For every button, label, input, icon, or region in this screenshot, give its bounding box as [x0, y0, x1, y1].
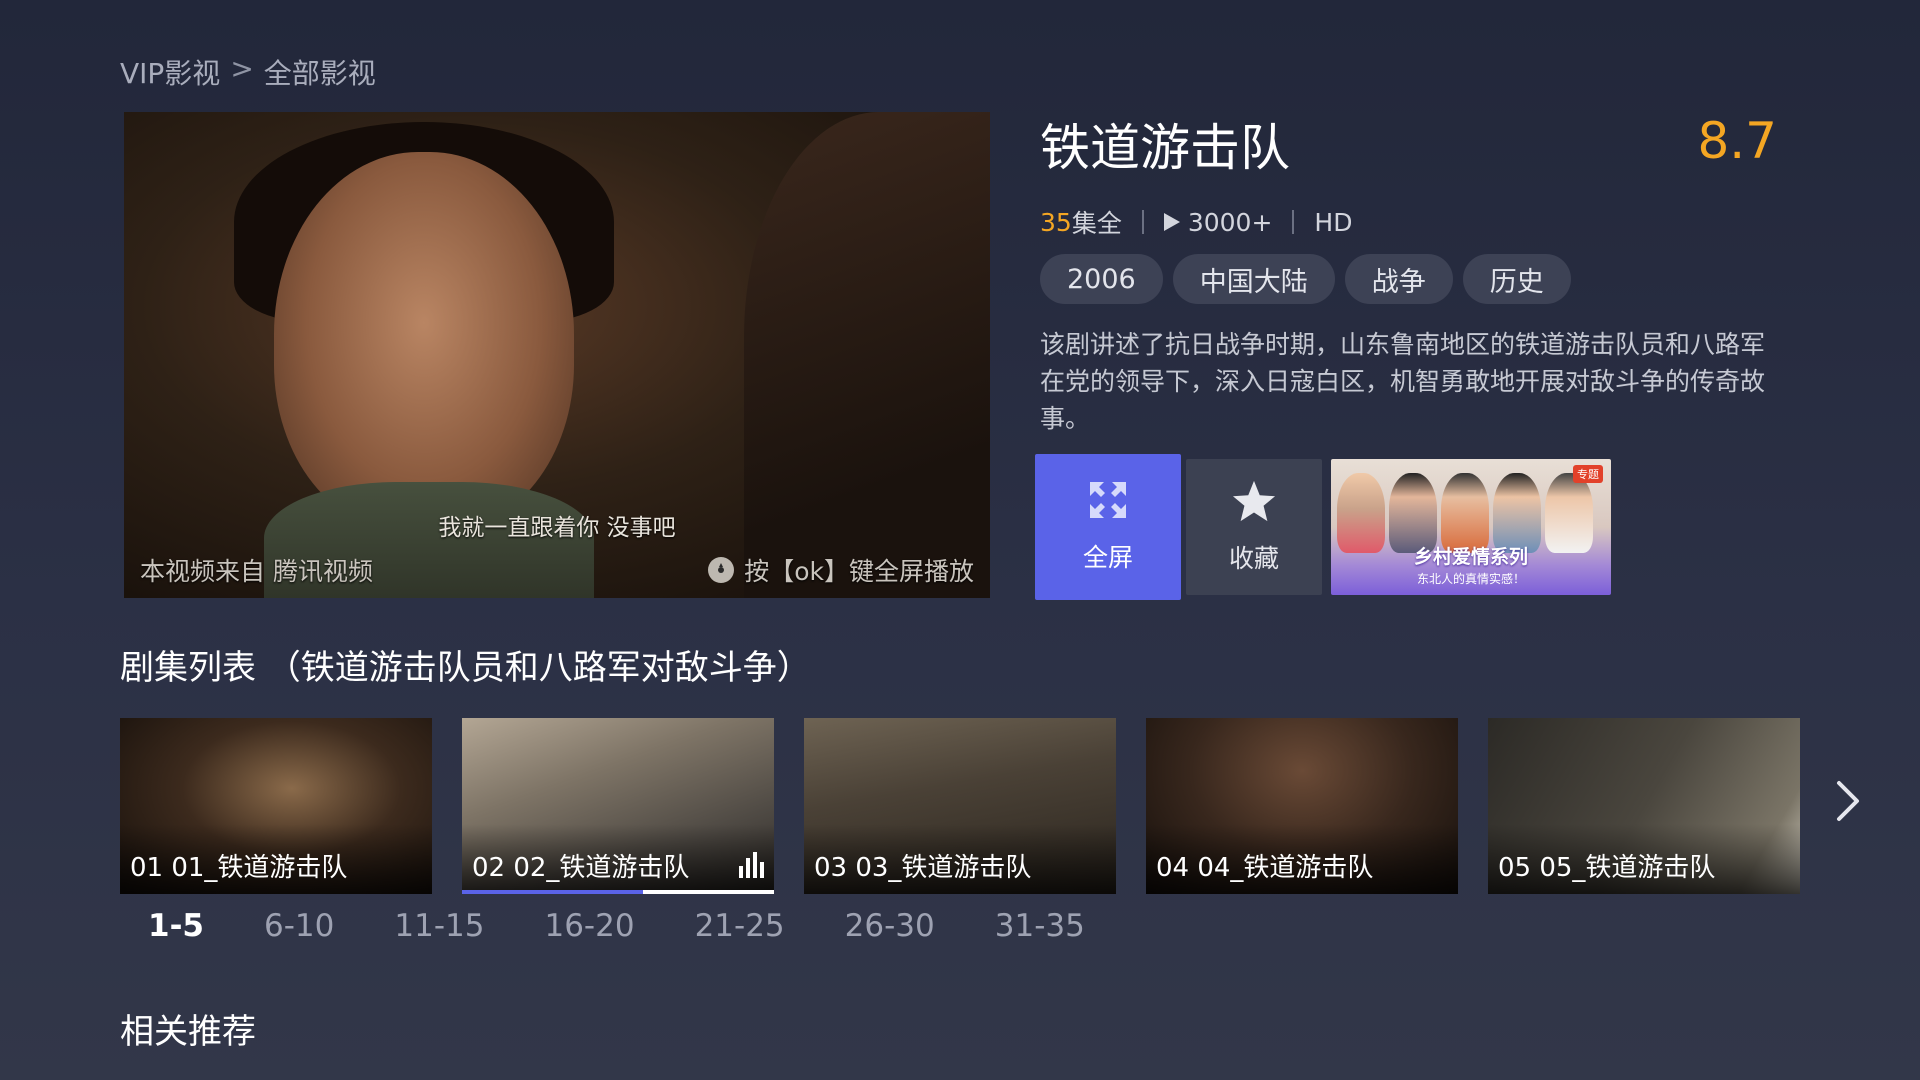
tag-genre-war: 战争	[1344, 254, 1453, 304]
quality-label: HD	[1314, 207, 1353, 237]
meta-divider	[1141, 210, 1144, 234]
fullscreen-icon	[1088, 480, 1128, 524]
episode-progress-bar	[462, 890, 774, 894]
promo-title: 乡村爱情系列	[1413, 546, 1528, 568]
episode-card-05[interactable]: 05 05_铁道游击队	[1488, 718, 1800, 894]
episode-label: 03 03_铁道游击队	[814, 853, 1032, 883]
promo-subtitle: 东北人的真情实感！	[1416, 572, 1525, 586]
play-count-icon	[1163, 213, 1180, 231]
episode-progress-fill	[462, 890, 643, 894]
episode-label: 01 01_铁道游击队	[130, 853, 348, 883]
episode-label: 02 02_铁道游击队	[472, 853, 690, 883]
show-title: 铁道游击队	[1040, 119, 1290, 177]
video-subtitle: 我就一直跟着你 没事吧	[438, 515, 676, 541]
fullscreen-label: 全屏	[1082, 543, 1133, 572]
remote-ok-icon	[708, 557, 735, 583]
episode-card-01[interactable]: 01 01_铁道游击队	[120, 718, 432, 894]
episode-label: 04 04_铁道游击队	[1156, 853, 1374, 883]
episode-list: 01 01_铁道游击队 02 02_铁道游击队 03 03_铁道游击队 04 0…	[120, 718, 1800, 894]
show-score: 8.7	[1697, 112, 1777, 170]
fullscreen-hint-text: 按【ok】键全屏播放	[744, 557, 974, 586]
fullscreen-hint: 按【ok】键全屏播放	[708, 552, 974, 588]
show-meta: 35 集全 3000+ HD	[1040, 204, 1352, 240]
episode-count: 35	[1040, 207, 1072, 237]
promo-banner-image	[1337, 473, 1593, 553]
page-tab-31-35[interactable]: 31-35	[995, 908, 1085, 944]
promo-badge: 专题	[1573, 465, 1603, 483]
favorite-button[interactable]: 收藏	[1186, 459, 1322, 595]
play-count: 3000+	[1187, 207, 1273, 237]
episode-card-04[interactable]: 04 04_铁道游击队	[1146, 718, 1458, 894]
tag-genre-history: 历史	[1462, 254, 1571, 304]
show-description: 该剧讲述了抗日战争时期，山东鲁南地区的铁道游击队员和八路军在党的领导下，深入日寇…	[1040, 330, 1766, 433]
page-tab-11-15[interactable]: 11-15	[394, 908, 484, 944]
episode-card-03[interactable]: 03 03_铁道游击队	[804, 718, 1116, 894]
next-page-button[interactable]	[1828, 778, 1868, 828]
favorite-label: 收藏	[1228, 544, 1279, 573]
episode-page-tabs: 1-5 6-10 11-15 16-20 21-25 26-30 31-35	[148, 908, 1145, 944]
meta-divider	[1292, 210, 1295, 234]
tag-year: 2006	[1040, 254, 1163, 304]
now-playing-icon	[739, 852, 764, 878]
breadcrumb-current: 全部影视	[263, 57, 376, 90]
episode-suffix: 集全	[1071, 209, 1122, 238]
episode-section-title: 剧集列表 （铁道游击队员和八路军对敌斗争）	[120, 648, 811, 688]
chevron-right-icon	[1834, 779, 1862, 827]
episode-card-02[interactable]: 02 02_铁道游击队	[462, 718, 774, 894]
breadcrumb-root[interactable]: VIP影视	[120, 52, 220, 92]
video-source-text: 本视频来自 腾讯视频	[140, 557, 373, 586]
star-icon	[1231, 479, 1277, 527]
page-tab-21-25[interactable]: 21-25	[695, 908, 785, 944]
video-frame-face	[274, 152, 574, 532]
page-tab-6-10[interactable]: 6-10	[264, 908, 334, 944]
tag-list: 2006 中国大陆 战争 历史	[1040, 254, 1571, 304]
breadcrumb-separator: >	[230, 52, 254, 85]
episode-label: 05 05_铁道游击队	[1498, 853, 1716, 883]
promo-banner[interactable]: 专题 乡村爱情系列 东北人的真情实感！	[1331, 459, 1611, 595]
breadcrumb: VIP影视 > 全部影视	[120, 52, 376, 92]
page-tab-16-20[interactable]: 16-20	[544, 908, 634, 944]
video-player[interactable]: 我就一直跟着你 没事吧 本视频来自 腾讯视频 按【ok】键全屏播放	[124, 112, 990, 598]
tag-region: 中国大陆	[1172, 254, 1335, 304]
recommend-section-title: 相关推荐	[120, 1012, 256, 1052]
page-tab-1-5[interactable]: 1-5	[148, 908, 204, 944]
fullscreen-button[interactable]: 全屏	[1035, 454, 1181, 600]
page-tab-26-30[interactable]: 26-30	[845, 908, 935, 944]
